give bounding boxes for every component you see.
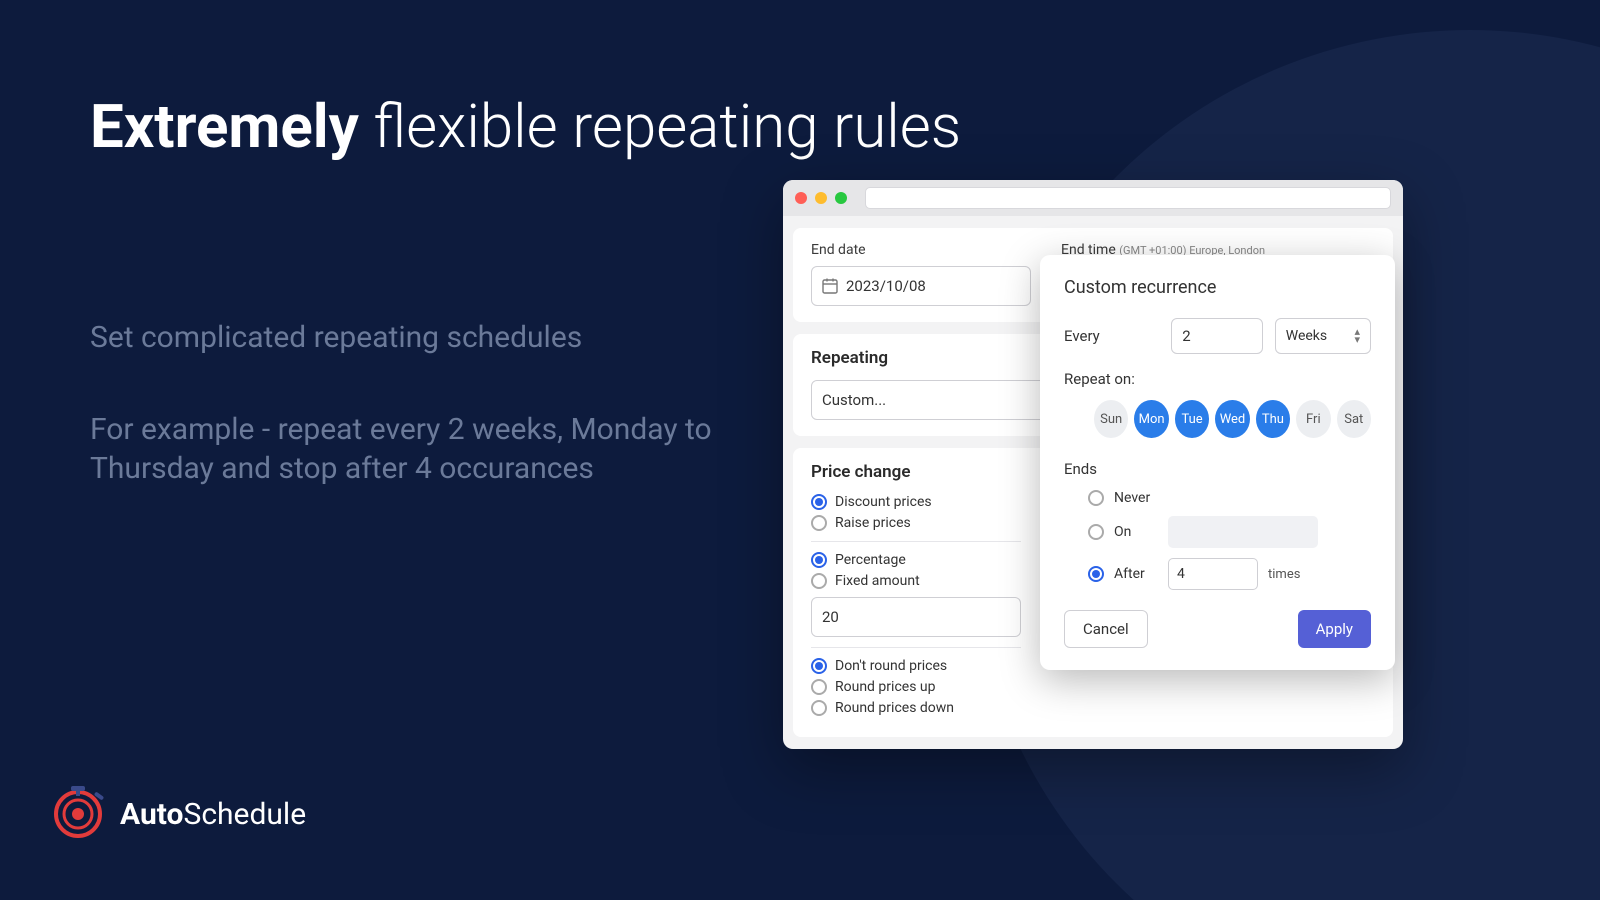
brand-name: AutoSchedule	[120, 797, 306, 832]
radio-on-icon	[811, 552, 827, 568]
headline-bold: Extremely	[90, 91, 359, 162]
headline: Extremely flexible repeating rules	[90, 95, 961, 158]
radio-on-icon	[1088, 566, 1104, 582]
dont-round-label: Don't round prices	[835, 658, 947, 674]
round-down-label: Round prices down	[835, 700, 954, 716]
cancel-button[interactable]: Cancel	[1064, 610, 1148, 648]
ends-after-radio[interactable]: After 4 times	[1088, 558, 1371, 590]
close-icon[interactable]	[795, 192, 807, 204]
every-label: Every	[1064, 327, 1159, 345]
brand-name-rest: Schedule	[184, 797, 307, 832]
brand-logo-icon	[50, 786, 106, 842]
end-date-field: End date 2023/10/08	[811, 242, 1031, 306]
unit-value: Weeks	[1286, 328, 1327, 344]
percentage-label: Percentage	[835, 552, 906, 568]
brand: AutoSchedule	[50, 786, 306, 842]
round-up-radio[interactable]: Round prices up	[811, 679, 1375, 695]
raise-prices-label: Raise prices	[835, 515, 911, 531]
radio-on-icon	[811, 494, 827, 510]
day-wed[interactable]: Wed	[1215, 400, 1249, 438]
times-label: times	[1268, 567, 1300, 582]
popover-title: Custom recurrence	[1064, 277, 1371, 298]
day-tue[interactable]: Tue	[1175, 400, 1209, 438]
day-thu[interactable]: Thu	[1256, 400, 1290, 438]
ends-on-radio[interactable]: On	[1088, 516, 1371, 548]
radio-off-icon	[811, 700, 827, 716]
apply-button[interactable]: Apply	[1298, 610, 1371, 648]
window-titlebar	[783, 180, 1403, 216]
apply-label: Apply	[1316, 620, 1353, 638]
ends-after-input[interactable]: 4	[1168, 558, 1258, 590]
ends-after-value: 4	[1177, 566, 1185, 582]
days-row: SunMonTueWedThuFriSat	[1094, 400, 1371, 438]
custom-recurrence-popover: Custom recurrence Every 2 Weeks ▴▾ Repea…	[1040, 255, 1395, 670]
divider	[811, 647, 1021, 648]
repeating-value: Custom...	[822, 391, 886, 409]
day-sun[interactable]: Sun	[1094, 400, 1128, 438]
address-bar[interactable]	[865, 187, 1391, 209]
divider	[811, 541, 1021, 542]
day-sat[interactable]: Sat	[1337, 400, 1371, 438]
amount-value: 20	[822, 608, 839, 626]
end-date-input[interactable]: 2023/10/08	[811, 266, 1031, 306]
subtitle-1: Set complicated repeating schedules	[90, 320, 582, 355]
stepper-icon: ▴▾	[1354, 328, 1360, 343]
every-value: 2	[1182, 327, 1190, 345]
ends-after-label: After	[1114, 566, 1158, 582]
round-up-label: Round prices up	[835, 679, 935, 695]
fixed-amount-label: Fixed amount	[835, 573, 920, 589]
headline-rest: flexible repeating rules	[359, 91, 961, 162]
popover-actions: Cancel Apply	[1064, 610, 1371, 648]
round-down-radio[interactable]: Round prices down	[811, 700, 1375, 716]
calendar-icon	[822, 278, 838, 294]
radio-off-icon	[1088, 490, 1104, 506]
cancel-label: Cancel	[1083, 620, 1129, 638]
end-date-value: 2023/10/08	[846, 277, 926, 295]
radio-on-icon	[811, 658, 827, 674]
maximize-icon[interactable]	[835, 192, 847, 204]
subtitle-2: For example - repeat every 2 weeks, Mond…	[90, 410, 730, 488]
day-mon[interactable]: Mon	[1134, 400, 1168, 438]
ends-on-date-input[interactable]	[1168, 516, 1318, 548]
discount-prices-label: Discount prices	[835, 494, 932, 510]
end-date-label: End date	[811, 242, 1031, 258]
radio-off-icon	[1088, 524, 1104, 540]
radio-off-icon	[811, 515, 827, 531]
unit-select[interactable]: Weeks ▴▾	[1275, 318, 1371, 354]
day-fri[interactable]: Fri	[1296, 400, 1330, 438]
radio-off-icon	[811, 573, 827, 589]
ends-label: Ends	[1064, 460, 1371, 478]
every-row: Every 2 Weeks ▴▾	[1064, 318, 1371, 354]
ends-never-label: Never	[1114, 490, 1150, 506]
every-input[interactable]: 2	[1171, 318, 1263, 354]
repeat-on-label: Repeat on:	[1064, 370, 1371, 388]
amount-input[interactable]: 20	[811, 597, 1021, 637]
ends-on-label: On	[1114, 524, 1158, 540]
ends-never-radio[interactable]: Never	[1088, 490, 1371, 506]
radio-off-icon	[811, 679, 827, 695]
brand-name-bold: Auto	[120, 797, 184, 832]
minimize-icon[interactable]	[815, 192, 827, 204]
